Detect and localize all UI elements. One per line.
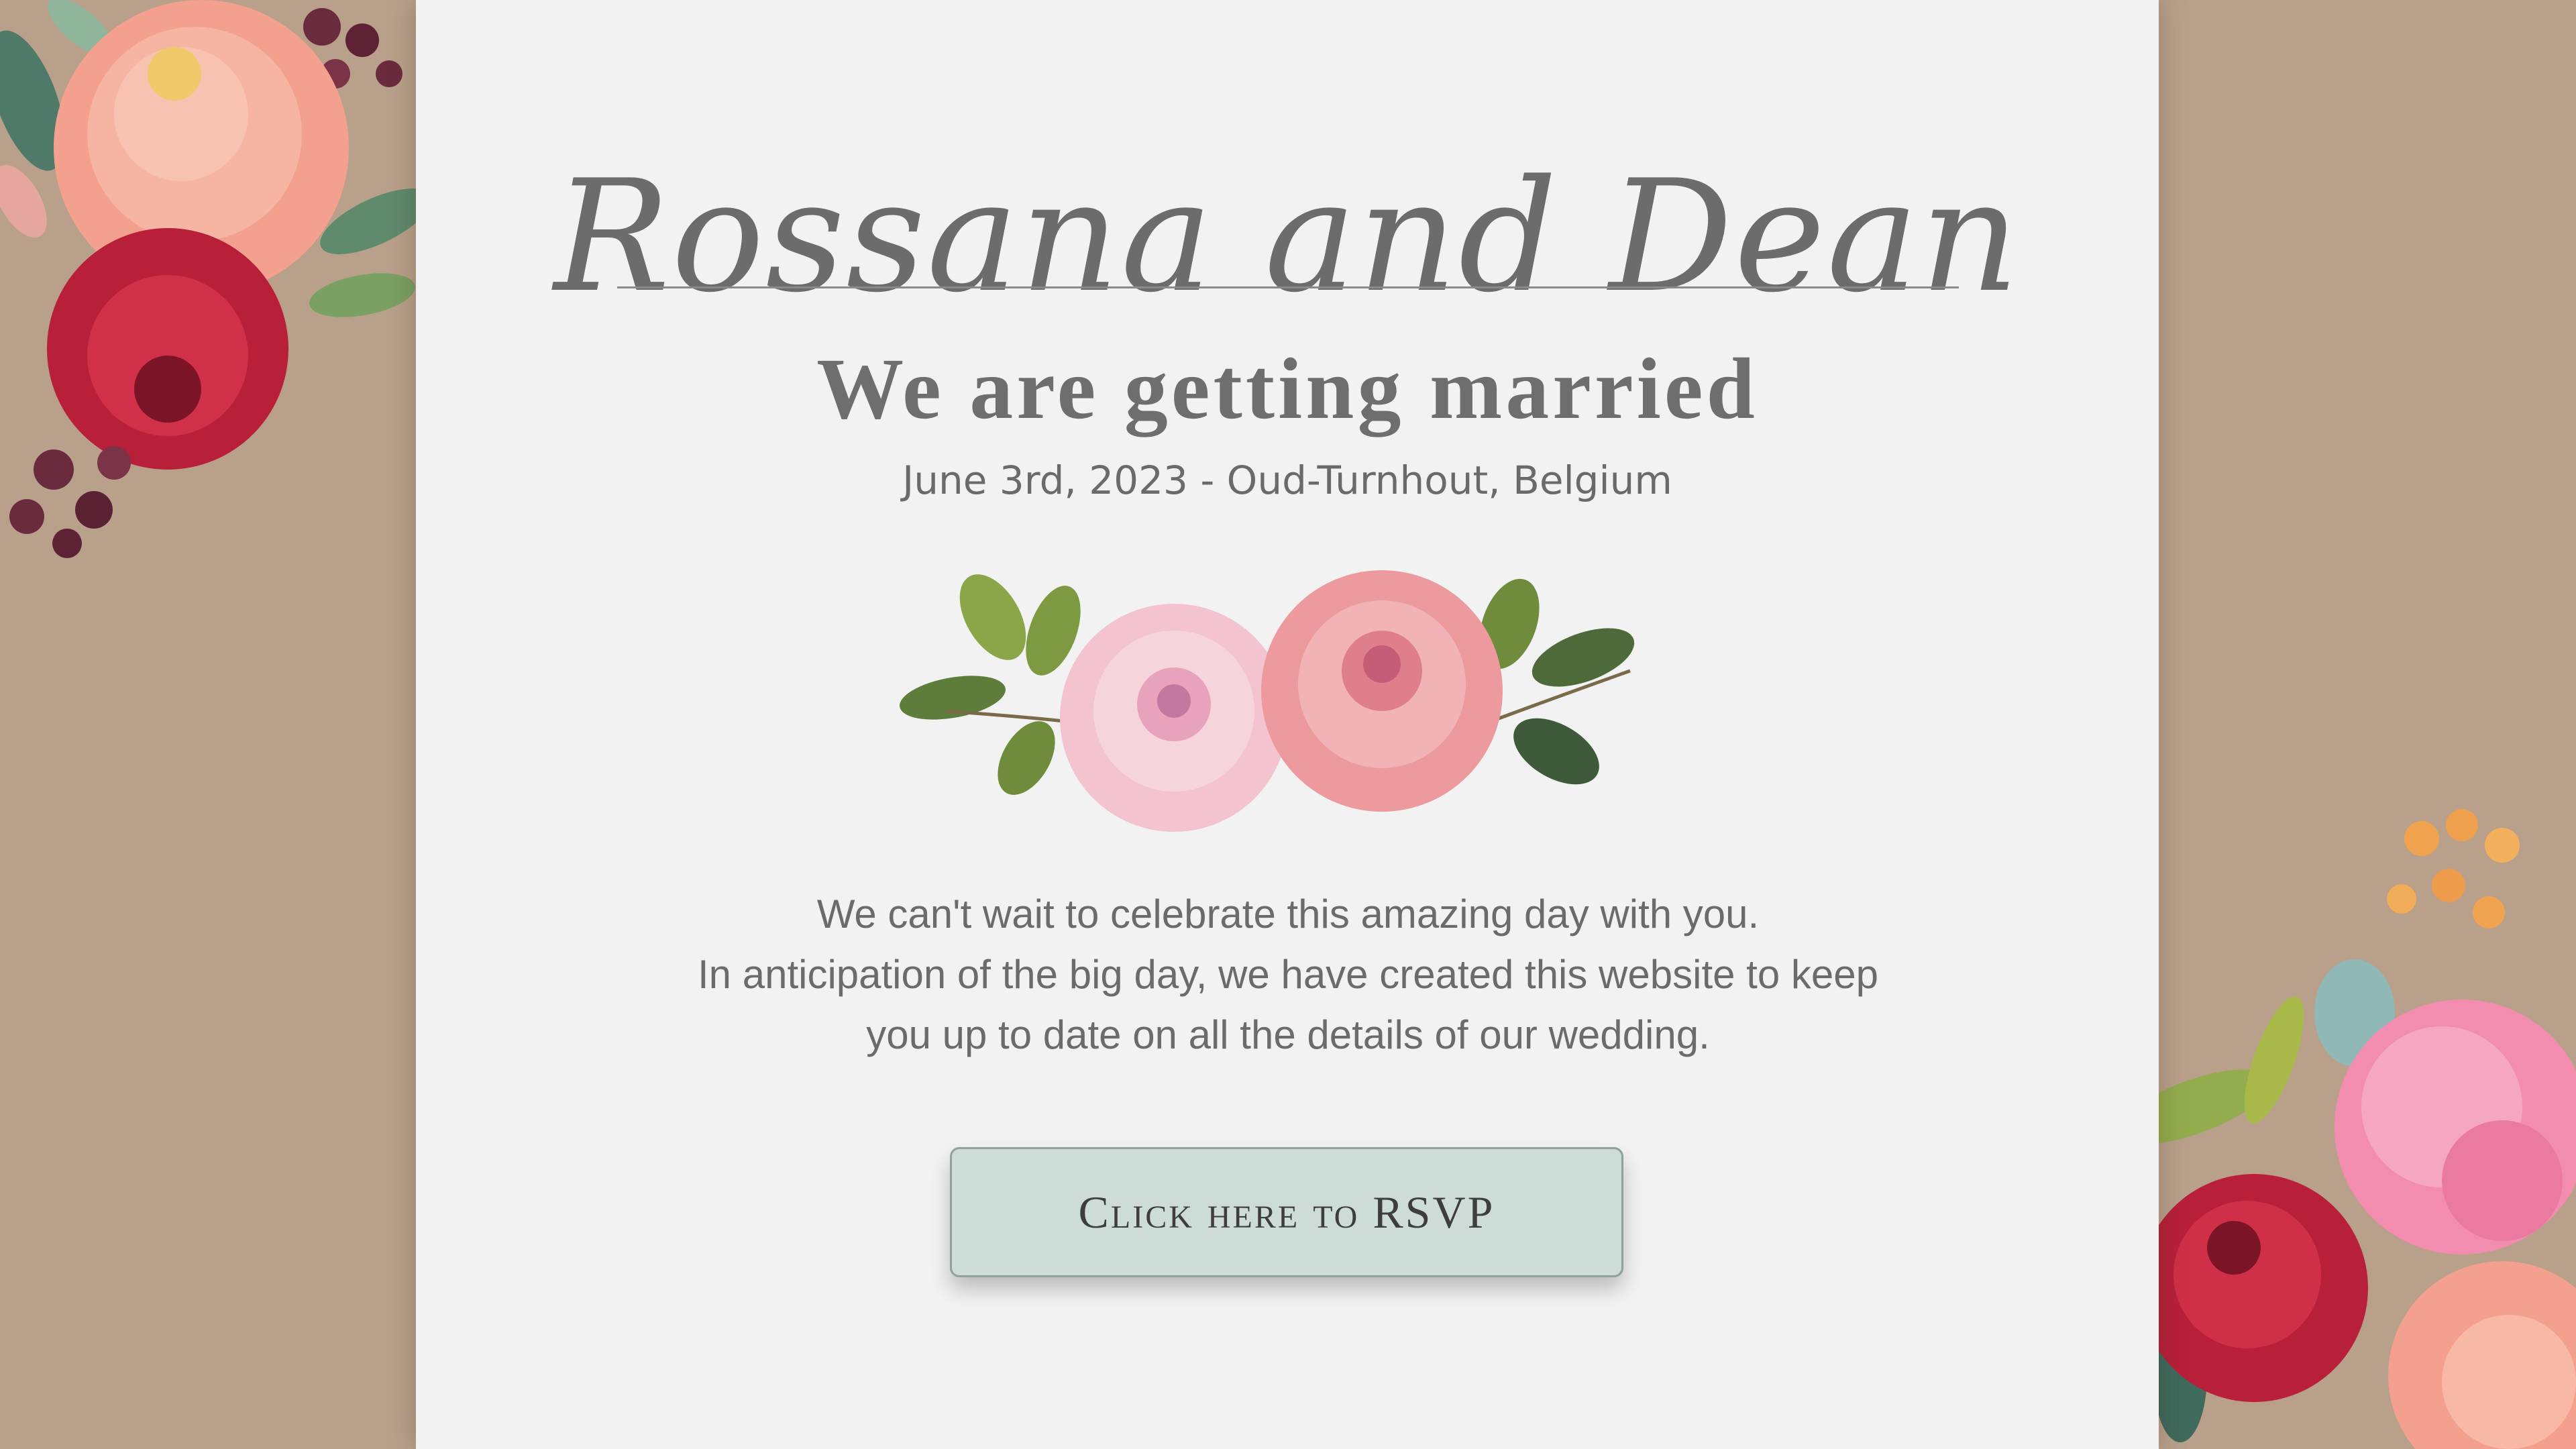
message-line: you up to date on all the details of our… — [866, 1012, 1710, 1057]
floral-divider-image — [900, 570, 1635, 832]
headline: We are getting married — [816, 341, 1758, 437]
corner-flowers-left-image — [0, 0, 429, 558]
message-line: In anticipation of the big day, we have … — [698, 952, 1878, 997]
couple-name-heading: Rossana and Dean — [553, 148, 2021, 327]
message-line: We can't wait to celebrate this amazing … — [816, 892, 1760, 936]
title-divider — [617, 286, 1959, 288]
welcome-message: We can't wait to celebrate this amazing … — [550, 884, 2026, 1065]
invitation-card: Rossana and Dean We are getting married … — [416, 0, 2159, 1449]
date-location-text: June 3rd, 2023 - Oud-Turnhout, Belgium — [902, 458, 1672, 503]
rsvp-button[interactable]: Click here to RSVP — [950, 1147, 1623, 1277]
corner-flowers-right-image — [2153, 809, 2576, 1449]
